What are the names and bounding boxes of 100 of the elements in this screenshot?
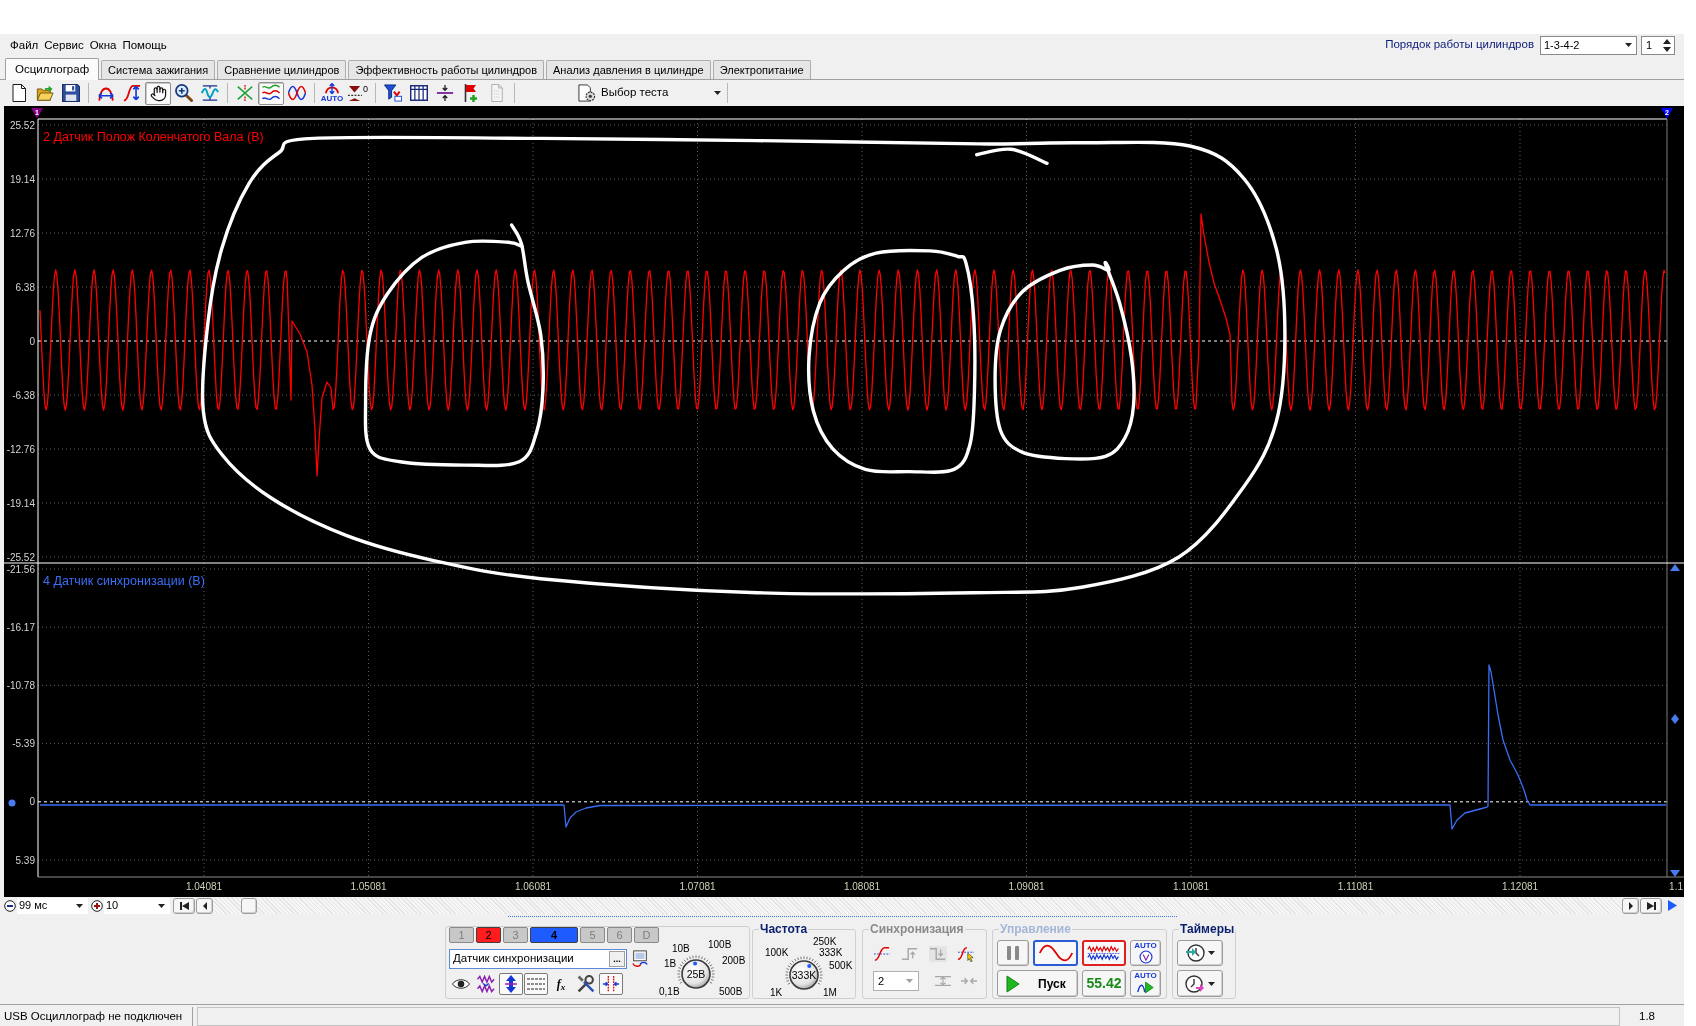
play-icon (1006, 974, 1020, 993)
dial-scale-label: 250K (813, 936, 837, 948)
swap-display-button[interactable] (630, 949, 650, 969)
voltage-dial[interactable]: 25В (681, 959, 711, 989)
x-axis-label: 1.06081 (514, 881, 552, 892)
play-icon (1667, 900, 1677, 911)
status-message: USB Осциллограф не подключен (0, 1007, 193, 1026)
auto-start-button[interactable]: AUTO (1130, 970, 1161, 997)
menu-item[interactable]: Сервис (41, 37, 87, 53)
scroll-thumb[interactable] (241, 897, 257, 914)
tab[interactable]: Анализ давления в цилиндре (546, 60, 711, 79)
edge-cursor-icon (957, 946, 975, 962)
panel-splitter[interactable] (508, 916, 1177, 919)
up-down-arrows-icon (1663, 38, 1671, 52)
channel-name-field[interactable]: Датчик синхронизации ... (449, 949, 627, 969)
y-axis-label: 0 (29, 796, 35, 808)
menu-item[interactable]: Файл (7, 37, 42, 53)
frequency-dial[interactable]: 333K (789, 960, 819, 990)
start-button[interactable]: Пуск (997, 970, 1078, 997)
zoom-in-icon (175, 84, 193, 102)
rising-edge-icon (873, 946, 891, 962)
next-button[interactable] (1622, 897, 1639, 914)
timer-button[interactable] (1177, 940, 1223, 966)
rising-edge-button[interactable] (873, 946, 891, 962)
sine-mode-button[interactable] (1033, 940, 1078, 966)
previous-button[interactable] (196, 897, 213, 914)
dial-scale-label: 500K (829, 960, 853, 972)
y-axis-label: -10.78 (6, 679, 35, 691)
last-page-button[interactable] (1640, 897, 1662, 914)
circle-marker-icon[interactable] (8, 799, 16, 807)
channel-button[interactable]: 2 (476, 927, 501, 943)
menu-item[interactable]: Окна (86, 37, 120, 53)
triangle-marker-icon[interactable] (1670, 870, 1680, 877)
zero-level-button[interactable]: 0 (345, 81, 371, 105)
y-axis-label: -12.76 (6, 443, 35, 455)
zoom-out-button[interactable] (4, 899, 16, 912)
icon-caption: 0 (363, 83, 368, 94)
dial-scale-label: 0,1В (659, 986, 680, 998)
monitor-swap-icon (631, 950, 649, 968)
pause-button[interactable] (997, 940, 1029, 966)
menu-item[interactable]: Помощь (119, 37, 170, 53)
x-axis-label: 1.05081 (350, 881, 387, 892)
group-title: Управление (999, 921, 1072, 937)
zoom-in-button[interactable] (91, 899, 103, 912)
channel-title: 2 Датчик Полож Коленчатого Вала (В) (43, 130, 264, 144)
dial-scale-label: 100K (765, 947, 789, 959)
edge-cursor-button[interactable] (957, 946, 975, 962)
formula-button[interactable]: f$_{x}$ (549, 973, 573, 995)
dial-scale-label: 10В (672, 943, 690, 955)
stacked-waves-icon (262, 84, 280, 102)
noisy-waves-icon (1086, 944, 1122, 962)
cylinder-spinner[interactable]: 1 (1641, 35, 1675, 55)
test-select-button[interactable]: Выбор теста (573, 82, 727, 104)
dial-scale-label: 200В (722, 955, 746, 967)
triangle-marker-icon[interactable] (1670, 564, 1680, 571)
caret-right-icon (1628, 901, 1633, 910)
dashed-lines-icon (527, 975, 545, 993)
time-scale-select[interactable]: 99 мс (17, 897, 88, 914)
channel-title: 4 Датчик синхронизации (В) (43, 574, 205, 588)
tab[interactable]: Эффективность работы цилиндров (348, 60, 544, 79)
timer-button[interactable] (1177, 970, 1223, 997)
open-folder-icon (36, 84, 54, 102)
tab[interactable]: Система зажигания (101, 60, 216, 79)
lined-document-icon (488, 84, 506, 102)
auto-view-button[interactable]: AUTO (1130, 940, 1161, 966)
y-axis-label: -21.56 (6, 563, 35, 575)
dial-scale-label: 333K (819, 947, 843, 959)
auto-scale-button[interactable]: AUTO (319, 81, 345, 105)
cursor-lines-button[interactable] (599, 973, 623, 995)
overlaid-waves-icon (288, 84, 306, 102)
tab[interactable]: Электропитание (712, 60, 811, 79)
zero-level-icon (348, 85, 362, 101)
reading-display: 55.42 (1082, 970, 1126, 997)
tab[interactable]: Осциллограф (5, 58, 100, 80)
diamond-marker-icon[interactable] (1671, 714, 1679, 724)
zoom-factor-select[interactable]: 10 (104, 897, 170, 914)
dial-scale-label: 1M (823, 987, 837, 999)
hand-button[interactable] (145, 81, 171, 105)
x-axis-label: 1.08081 (843, 881, 881, 892)
vertical-arrows-button[interactable] (499, 973, 523, 995)
hand-icon (149, 84, 167, 102)
dashed-lines-button[interactable] (524, 973, 548, 995)
stacked-waves-button[interactable] (258, 81, 284, 105)
tab[interactable]: Сравнение цилиндров (217, 60, 347, 79)
wrench-screwdriver-icon (577, 975, 595, 993)
cylinder-order-select[interactable]: 1-3-4-2 (1540, 35, 1637, 55)
first-page-button[interactable] (173, 897, 195, 914)
cursor-lines-icon (602, 975, 620, 993)
noise-mode-button[interactable] (1082, 940, 1126, 966)
vertical-arrows-icon (502, 975, 520, 993)
channel-button[interactable]: 4 (530, 927, 578, 943)
caret-down-icon (714, 91, 721, 95)
group-title: Синхронизация (869, 921, 965, 937)
x-axis-label: 1.12081 (1501, 881, 1539, 892)
group-title: Таймеры (1179, 921, 1236, 937)
y-axis-label: -5.39 (12, 738, 35, 750)
grid-icon (410, 84, 428, 102)
browse-button[interactable]: ... (609, 951, 625, 967)
skip-forward-icon (1646, 901, 1656, 910)
document-gear-icon (577, 83, 597, 103)
